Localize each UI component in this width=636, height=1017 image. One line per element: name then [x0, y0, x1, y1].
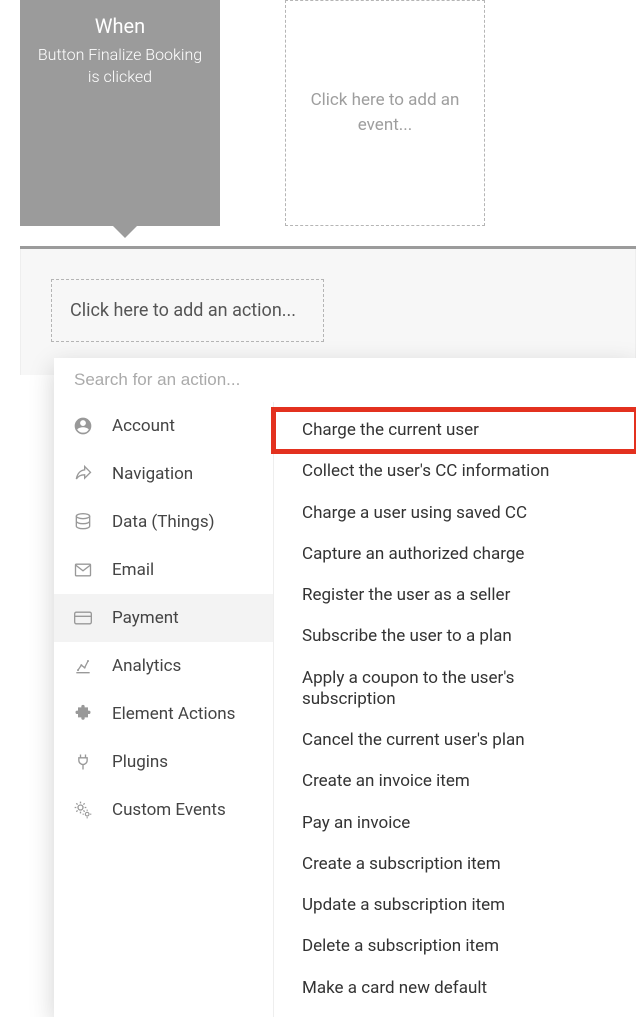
- event-block-when[interactable]: When Button Finalize Booking is clicked: [20, 0, 220, 226]
- category-label: Element Actions: [112, 704, 235, 724]
- action-item[interactable]: Create an invoice item: [274, 761, 636, 802]
- category-label: Plugins: [112, 752, 168, 772]
- category-item-navigation[interactable]: Navigation: [54, 450, 273, 498]
- database-icon: [72, 511, 94, 533]
- event-arrow-connector: [0, 226, 636, 246]
- action-item[interactable]: Capture an authorized charge: [274, 534, 636, 575]
- action-item[interactable]: Collect the user's CC information: [274, 451, 636, 492]
- plug-icon: [72, 751, 94, 773]
- events-row: When Button Finalize Booking is clicked …: [0, 0, 636, 226]
- actions-panel: Click here to add an action...: [20, 249, 636, 375]
- category-label: Data (Things): [112, 512, 215, 532]
- action-item[interactable]: Cancel the current user's plan: [274, 720, 636, 761]
- user-circle-icon: [72, 415, 94, 437]
- dropdown-body: Account Navigation Data (Things) Email Payme…: [54, 402, 636, 1017]
- action-item[interactable]: Charge the current user: [274, 410, 636, 451]
- category-label: Analytics: [112, 656, 181, 676]
- action-item[interactable]: Pay an invoice: [274, 803, 636, 844]
- event-description: Button Finalize Booking is clicked: [32, 44, 208, 87]
- category-label: Custom Events: [112, 800, 226, 820]
- category-item-payment[interactable]: Payment: [54, 594, 273, 642]
- action-item[interactable]: Create a subscription item: [274, 844, 636, 885]
- chart-icon: [72, 655, 94, 677]
- action-dropdown: Account Navigation Data (Things) Email Payme…: [54, 358, 636, 1017]
- category-label: Email: [112, 560, 154, 580]
- categories-list: Account Navigation Data (Things) Email Payme…: [54, 402, 274, 1017]
- event-title: When: [95, 14, 145, 38]
- action-item[interactable]: Apply a coupon to the user's subscriptio…: [274, 658, 636, 721]
- category-label: Navigation: [112, 464, 193, 484]
- credit-card-icon: [72, 607, 94, 629]
- envelope-icon: [72, 559, 94, 581]
- category-item-email[interactable]: Email: [54, 546, 273, 594]
- actions-list: Charge the current userCollect the user'…: [274, 402, 636, 1017]
- category-item-analytics[interactable]: Analytics: [54, 642, 273, 690]
- category-item-custom[interactable]: Custom Events: [54, 786, 273, 834]
- action-item[interactable]: Charge a user using saved CC: [274, 493, 636, 534]
- add-action-placeholder[interactable]: Click here to add an action...: [51, 279, 324, 342]
- search-input[interactable]: [74, 370, 616, 390]
- category-label: Payment: [112, 608, 179, 628]
- add-action-label: Click here to add an action...: [70, 300, 296, 321]
- gears-icon: [72, 799, 94, 821]
- category-item-account[interactable]: Account: [54, 402, 273, 450]
- action-item[interactable]: Update a subscription item: [274, 885, 636, 926]
- action-item[interactable]: Register the user as a seller: [274, 575, 636, 616]
- category-item-element[interactable]: Element Actions: [54, 690, 273, 738]
- add-event-label: Click here to add an event...: [298, 88, 472, 139]
- puzzle-icon: [72, 703, 94, 725]
- category-item-plugins[interactable]: Plugins: [54, 738, 273, 786]
- share-arrow-icon: [72, 463, 94, 485]
- add-event-placeholder[interactable]: Click here to add an event...: [285, 0, 485, 226]
- category-label: Account: [112, 416, 175, 436]
- category-item-data[interactable]: Data (Things): [54, 498, 273, 546]
- search-row: [54, 358, 636, 402]
- action-item[interactable]: Subscribe the user to a plan: [274, 616, 636, 657]
- action-item[interactable]: Delete a subscription item: [274, 926, 636, 967]
